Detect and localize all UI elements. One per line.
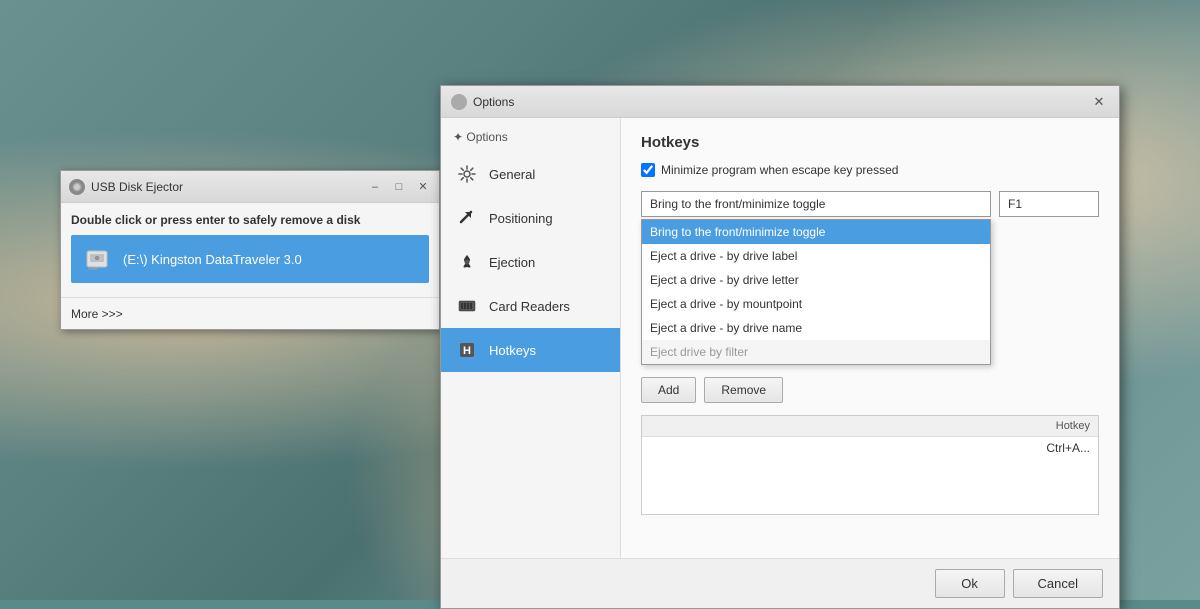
usb-device-name: (E:\) Kingston DataTraveler 3.0 bbox=[123, 252, 302, 267]
hotkey-key-input[interactable] bbox=[999, 191, 1099, 217]
nav-item-hotkeys-label: Hotkeys bbox=[489, 343, 536, 358]
hotkey-list-area: Hotkey Ctrl+A... bbox=[641, 415, 1099, 515]
hotkey-list-header: Hotkey bbox=[642, 416, 1098, 437]
usb-body: Double click or press enter to safely re… bbox=[61, 203, 439, 297]
card-readers-icon bbox=[455, 294, 479, 318]
nav-item-general-label: General bbox=[489, 167, 535, 182]
options-dialog: Options ✕ ✦ Options General bbox=[440, 85, 1120, 609]
dialog-titlebar-left: Options bbox=[451, 94, 514, 110]
nav-item-card-readers[interactable]: Card Readers bbox=[441, 284, 620, 328]
hotkey-list-action-cell bbox=[650, 441, 870, 455]
usb-footer: More >>> bbox=[61, 297, 439, 329]
dropdown-option-1[interactable]: Eject a drive - by drive label bbox=[642, 244, 990, 268]
hotkey-action-dropdown[interactable]: Bring to the front/minimize toggleEject … bbox=[641, 191, 991, 217]
hotkey-list-col-action bbox=[650, 420, 870, 432]
svg-text:H: H bbox=[463, 345, 471, 357]
positioning-icon bbox=[455, 206, 479, 230]
hotkeys-icon: H bbox=[455, 338, 479, 362]
minimize-on-escape-checkbox[interactable] bbox=[641, 163, 655, 177]
dropdown-option-0[interactable]: Bring to the front/minimize toggle bbox=[642, 220, 990, 244]
usb-icon-svg bbox=[71, 181, 83, 193]
general-icon-svg bbox=[457, 164, 477, 184]
dialog-nav: ✦ Options General Positioning bbox=[441, 118, 621, 558]
dropdown-option-2[interactable]: Eject a drive - by drive letter bbox=[642, 268, 990, 292]
usb-minimize-button[interactable]: – bbox=[367, 179, 383, 195]
nav-header: ✦ Options bbox=[441, 126, 620, 152]
usb-device-item[interactable]: USB (E:\) Kingston DataTraveler 3.0 bbox=[71, 235, 429, 283]
options-dialog-icon bbox=[451, 94, 467, 110]
hotkeys-icon-svg: H bbox=[457, 340, 477, 360]
hotkey-dropdown-overlay: Bring to the front/minimize toggle Eject… bbox=[641, 219, 991, 365]
dialog-body: ✦ Options General Positioning bbox=[441, 118, 1119, 558]
general-icon bbox=[455, 162, 479, 186]
dialog-footer: Ok Cancel bbox=[441, 558, 1119, 608]
hotkey-list-col-hotkey: Hotkey bbox=[870, 420, 1090, 432]
usb-window-title: USB Disk Ejector bbox=[91, 180, 183, 194]
nav-item-positioning-label: Positioning bbox=[489, 211, 553, 226]
usb-app-icon bbox=[69, 179, 85, 195]
ejection-icon bbox=[455, 250, 479, 274]
usb-device-icon-container: USB bbox=[81, 243, 113, 275]
nav-item-ejection[interactable]: Ejection bbox=[441, 240, 620, 284]
hotkey-dropdown-row: Bring to the front/minimize toggleEject … bbox=[641, 191, 1099, 217]
positioning-icon-svg bbox=[457, 208, 477, 228]
dialog-content: Hotkeys Minimize program when escape key… bbox=[621, 118, 1119, 558]
usb-prompt: Double click or press enter to safely re… bbox=[71, 213, 429, 227]
cancel-button[interactable]: Cancel bbox=[1013, 569, 1103, 598]
more-link[interactable]: More >>> bbox=[71, 307, 123, 321]
usb-close-button[interactable]: ✕ bbox=[415, 179, 431, 195]
hotkey-list-hotkey-cell: Ctrl+A... bbox=[870, 441, 1090, 455]
usb-maximize-button[interactable]: □ bbox=[391, 179, 407, 195]
ejection-icon-svg bbox=[457, 252, 477, 272]
checkbox-row: Minimize program when escape key pressed bbox=[641, 163, 1099, 177]
hotkey-btn-row: Add Remove bbox=[641, 377, 1099, 403]
usb-titlebar-left: USB Disk Ejector bbox=[69, 179, 183, 195]
svg-text:USB: USB bbox=[88, 266, 97, 272]
dialog-close-button[interactable]: ✕ bbox=[1089, 92, 1109, 112]
dropdown-option-3[interactable]: Eject a drive - by mountpoint bbox=[642, 292, 990, 316]
hotkey-select-wrapper: Bring to the front/minimize toggleEject … bbox=[641, 191, 991, 217]
dropdown-option-4[interactable]: Eject a drive - by drive name bbox=[642, 316, 990, 340]
add-hotkey-button[interactable]: Add bbox=[641, 377, 696, 403]
minimize-on-escape-label: Minimize program when escape key pressed bbox=[661, 163, 898, 177]
usb-titlebar: USB Disk Ejector – □ ✕ bbox=[61, 171, 439, 203]
ok-button[interactable]: Ok bbox=[935, 569, 1005, 598]
nav-item-card-readers-label: Card Readers bbox=[489, 299, 570, 314]
hotkey-list-row: Ctrl+A... bbox=[642, 437, 1098, 459]
nav-item-ejection-label: Ejection bbox=[489, 255, 535, 270]
remove-hotkey-button[interactable]: Remove bbox=[704, 377, 783, 403]
usb-device-drive-icon: USB bbox=[83, 245, 111, 273]
dialog-title: Options bbox=[473, 95, 514, 109]
usb-disk-ejector-window: USB Disk Ejector – □ ✕ Double click or p… bbox=[60, 170, 440, 330]
nav-item-general[interactable]: General bbox=[441, 152, 620, 196]
card-readers-icon-svg bbox=[457, 296, 477, 316]
nav-item-hotkeys[interactable]: H Hotkeys bbox=[441, 328, 620, 372]
usb-titlebar-controls: – □ ✕ bbox=[367, 179, 431, 195]
dropdown-option-5[interactable]: Eject drive by filter bbox=[642, 340, 990, 364]
dialog-titlebar: Options ✕ bbox=[441, 86, 1119, 118]
content-title: Hotkeys bbox=[641, 134, 1099, 151]
nav-item-positioning[interactable]: Positioning bbox=[441, 196, 620, 240]
